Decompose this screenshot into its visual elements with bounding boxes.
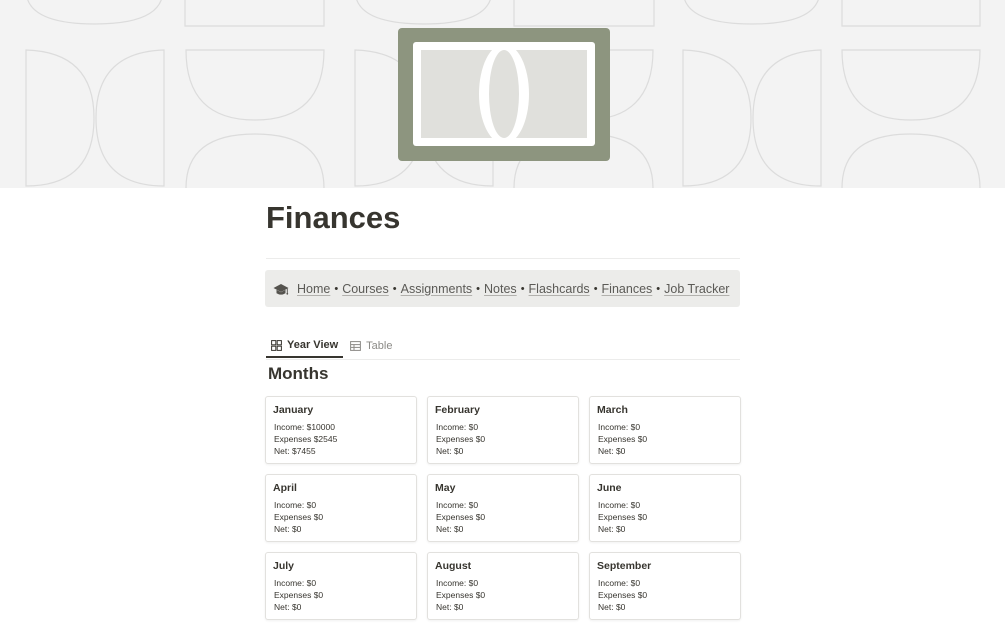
month-card-august[interactable]: August Income: $0 Expenses $0 Net: $0: [427, 552, 579, 620]
month-income: Income: $0: [274, 500, 317, 510]
month-expenses: Expenses $2545: [274, 434, 338, 444]
cover-image: [0, 0, 1005, 188]
month-card-january[interactable]: January Income: $10000 Expenses $2545 Ne…: [265, 396, 417, 464]
month-income: Income: $0: [598, 578, 641, 588]
nav-link-finances[interactable]: Finances: [602, 282, 653, 296]
page-title: Finances: [266, 200, 401, 235]
tab-table[interactable]: Table: [345, 334, 397, 358]
month-net: Net: $0: [598, 446, 626, 456]
month-net: Net: $0: [598, 524, 626, 534]
month-income: Income: $0: [436, 578, 479, 588]
month-name: April: [273, 482, 297, 494]
months-gallery: January Income: $10000 Expenses $2545 Ne…: [265, 396, 741, 620]
month-name: August: [435, 560, 472, 572]
month-expenses: Expenses $0: [274, 512, 324, 522]
month-name: March: [597, 404, 628, 416]
month-net: Net: $0: [598, 602, 626, 612]
month-expenses: Expenses $0: [436, 512, 486, 522]
month-expenses: Expenses $0: [598, 434, 648, 444]
nav-link-assignments[interactable]: Assignments: [401, 282, 473, 296]
gallery-icon: [271, 339, 282, 351]
month-card-february[interactable]: February Income: $0 Expenses $0 Net: $0: [427, 396, 579, 464]
month-name: July: [273, 560, 295, 572]
month-net: Net: $0: [274, 524, 302, 534]
month-net: Net: $0: [274, 602, 302, 612]
month-income: Income: $0: [436, 422, 479, 432]
month-name: September: [597, 560, 652, 572]
month-expenses: Expenses $0: [436, 434, 486, 444]
nav-separator: •: [392, 282, 397, 295]
month-expenses: Expenses $0: [598, 590, 648, 600]
month-card-july[interactable]: July Income: $0 Expenses $0 Net: $0: [265, 552, 417, 620]
breadcrumb-nav: Home • Courses • Assignments • Notes • F…: [297, 282, 729, 296]
month-name: January: [273, 404, 314, 416]
table-icon: [350, 341, 362, 351]
month-net: Net: $0: [436, 446, 464, 456]
nav-separator: •: [593, 282, 598, 295]
nav-link-notes[interactable]: Notes: [484, 282, 517, 296]
month-card-september[interactable]: September Income: $0 Expenses $0 Net: $0: [589, 552, 741, 620]
month-card-june[interactable]: June Income: $0 Expenses $0 Net: $0: [589, 474, 741, 542]
view-tabs: Year View Table: [266, 334, 740, 360]
month-net: Net: $7455: [274, 446, 316, 456]
nav-link-flashcards[interactable]: Flashcards: [529, 282, 590, 296]
month-card-april[interactable]: April Income: $0 Expenses $0 Net: $0: [265, 474, 417, 542]
month-card-may[interactable]: May Income: $0 Expenses $0 Net: $0: [427, 474, 579, 542]
month-income: Income: $0: [274, 578, 317, 588]
graduation-cap-icon: [273, 283, 289, 295]
nav-link-job-tracker[interactable]: Job Tracker: [664, 282, 729, 296]
month-expenses: Expenses $0: [436, 590, 486, 600]
month-expenses: Expenses $0: [598, 512, 648, 522]
divider: [266, 258, 740, 259]
months-heading: Months: [268, 364, 329, 383]
month-name: February: [435, 404, 480, 416]
month-name: June: [597, 482, 622, 494]
nav-separator: •: [334, 282, 339, 295]
nav-link-home[interactable]: Home: [297, 282, 330, 296]
tab-table-label: Table: [366, 340, 393, 352]
nav-separator: •: [520, 282, 525, 295]
tab-year-view[interactable]: Year View: [266, 334, 344, 358]
month-income: Income: $10000: [274, 422, 335, 432]
nav-link-courses[interactable]: Courses: [342, 282, 389, 296]
dollar-bill-icon: [398, 28, 610, 161]
tab-year-view-label: Year View: [287, 339, 339, 351]
month-income: Income: $0: [598, 500, 641, 510]
nav-separator: •: [476, 282, 481, 295]
nav-separator: •: [656, 282, 661, 295]
month-name: May: [435, 482, 456, 494]
month-expenses: Expenses $0: [274, 590, 324, 600]
month-income: Income: $0: [436, 500, 479, 510]
month-net: Net: $0: [436, 602, 464, 612]
month-income: Income: $0: [598, 422, 641, 432]
nav-callout: Home • Courses • Assignments • Notes • F…: [265, 270, 740, 307]
month-net: Net: $0: [436, 524, 464, 534]
month-card-march[interactable]: March Income: $0 Expenses $0 Net: $0: [589, 396, 741, 464]
